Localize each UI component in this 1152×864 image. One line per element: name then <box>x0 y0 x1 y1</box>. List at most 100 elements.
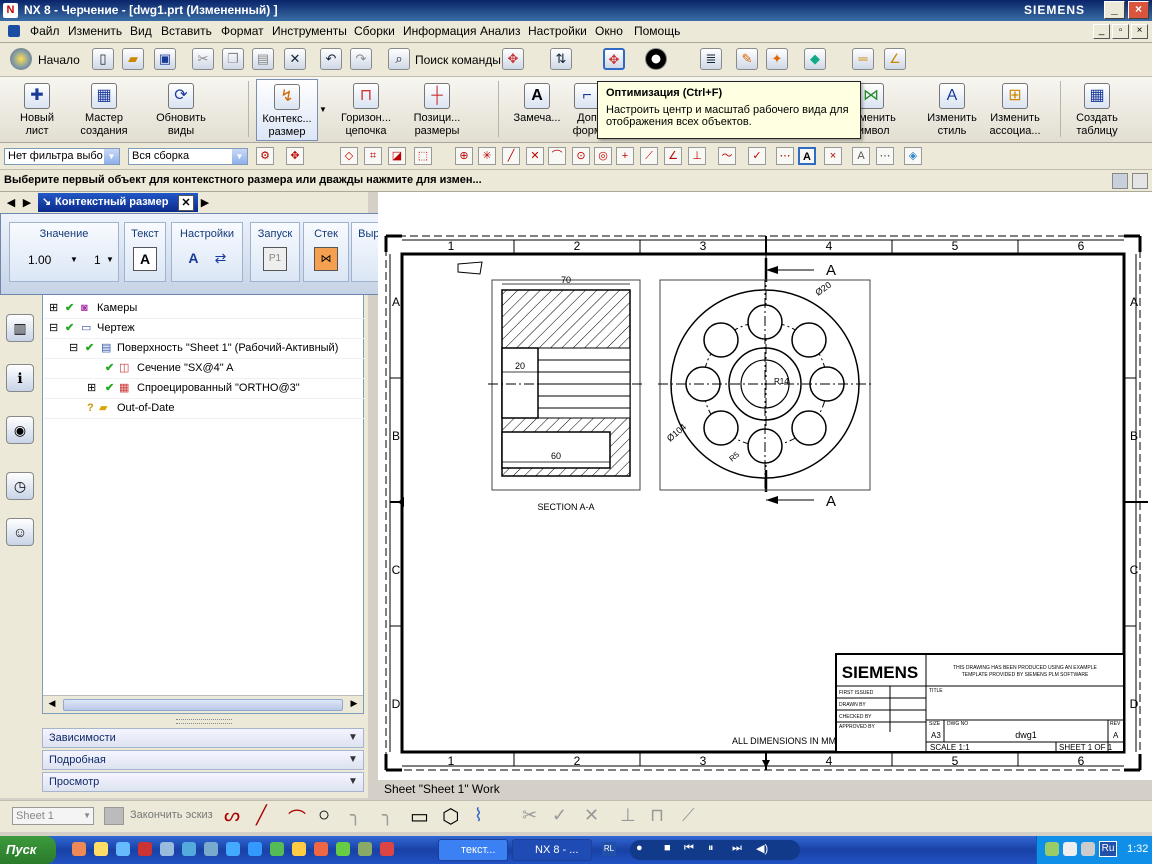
launch-icon[interactable]: P1 <box>263 247 287 271</box>
details-panel[interactable]: Подробная ▼ <box>42 750 364 770</box>
snap-intersect-icon[interactable]: ✕ <box>526 147 544 165</box>
preview-panel[interactable]: Просмотр ▼ <box>42 772 364 792</box>
start-icon[interactable] <box>10 48 32 70</box>
measure-angle-icon[interactable]: ∠ <box>884 48 906 70</box>
paint-icon[interactable]: ✎ <box>736 48 758 70</box>
select-rectangle-icon[interactable]: ⬚ <box>414 147 432 165</box>
finish-sketch-icon[interactable] <box>104 807 124 825</box>
tree-row-out-of-date[interactable]: ? ▰ Out-of-Date <box>43 399 365 419</box>
doc-restore-button[interactable]: ▫ <box>1112 24 1129 39</box>
chamfer-icon[interactable]: ╮ <box>382 805 393 826</box>
tree-row-sheet[interactable]: ⊟ ✔ ▤ Поверхность "Sheet 1" (Рабочий-Акт… <box>43 339 365 359</box>
expand-icon[interactable]: ⊞ <box>87 379 96 398</box>
menu-information[interactable]: Информация <box>403 24 476 38</box>
snap-center-icon[interactable]: ⊙ <box>572 147 590 165</box>
previous-icon[interactable]: ⏮ <box>684 842 694 855</box>
dependencies-panel[interactable]: Зависимости ▼ <box>42 728 364 748</box>
ordinate-dimension-button[interactable]: ┼ Позици... размеры <box>404 79 470 141</box>
rapid-dimension-button[interactable]: ↯ Контекс... размер <box>256 79 318 141</box>
edit-style-button[interactable]: A Изменить стиль <box>922 79 982 141</box>
analysis-icon[interactable]: ◆ <box>804 48 826 70</box>
quicklaunch-icon[interactable] <box>138 842 152 856</box>
text-format-icon[interactable]: ⋯ <box>876 147 894 165</box>
tray-icon[interactable] <box>1063 842 1077 856</box>
select-edge-icon[interactable]: ⌗ <box>364 147 382 165</box>
media-player-bar[interactable]: ● ■ ⏮ ⏸ ⏭ ◀) <box>630 840 800 860</box>
snap-midpoint-icon[interactable]: ✳ <box>478 147 496 165</box>
circle-icon[interactable]: ○ <box>318 804 330 827</box>
copy-icon[interactable]: ❐ <box>222 48 244 70</box>
text-editor-icon[interactable]: A <box>133 247 157 271</box>
part-navigator-icon[interactable]: ▥ <box>6 314 34 342</box>
reset-settings-icon[interactable]: ⇄ <box>209 247 233 271</box>
delete-icon[interactable]: ✕ <box>284 48 306 70</box>
text-select-icon[interactable]: A <box>798 147 816 165</box>
doc-minimize-button[interactable]: _ <box>1093 24 1110 39</box>
menu-edit[interactable]: Изменить <box>68 24 122 38</box>
menu-analysis[interactable]: Анализ <box>480 24 521 38</box>
graphics-window[interactable]: 12 34 56 12 34 56 AB CD AB CD A A 70 20 … <box>378 192 1152 780</box>
menu-file[interactable]: Файл <box>30 24 60 38</box>
save-icon[interactable]: ▣ <box>154 48 176 70</box>
quicklaunch-icon[interactable] <box>204 842 218 856</box>
minimize-button[interactable]: _ <box>1104 1 1125 19</box>
panel-prev-icon[interactable]: ◀ <box>4 196 18 210</box>
stack-icon[interactable]: ⋈ <box>314 247 338 271</box>
corner-icon[interactable]: ✕ <box>584 805 599 826</box>
quicklaunch-icon[interactable] <box>270 842 284 856</box>
rapid-dimension-dropdown-icon[interactable]: ▼ <box>319 105 327 114</box>
snap-line-icon[interactable]: ╱ <box>502 147 520 165</box>
snap-quadrant-icon[interactable]: ◎ <box>594 147 612 165</box>
language-bar-icon[interactable]: RL <box>602 842 616 856</box>
menu-tools[interactable]: Инструменты <box>272 24 347 38</box>
tray-icon[interactable] <box>1045 842 1059 856</box>
expand-icon[interactable]: ⊞ <box>49 299 58 318</box>
quicklaunch-icon[interactable] <box>336 842 350 856</box>
dimension-filter-icon[interactable]: × <box>824 147 842 165</box>
quicklaunch-icon[interactable] <box>160 842 174 856</box>
quicklaunch-icon[interactable] <box>182 842 196 856</box>
tree-row-cameras[interactable]: ⊞ ✔ ◙ Камеры <box>43 299 365 319</box>
tree-row-drawing[interactable]: ⊟ ✔ ▭ Чертеж <box>43 319 365 339</box>
stop-icon[interactable]: ■ <box>664 842 671 854</box>
select-face-icon[interactable]: ◪ <box>388 147 406 165</box>
quicklaunch-icon[interactable] <box>94 842 108 856</box>
snap-tangent-icon[interactable]: ⟋ <box>640 147 658 165</box>
start-menu-label[interactable]: Начало <box>38 53 80 67</box>
snap-annotation-icon[interactable]: ✓ <box>748 147 766 165</box>
quicklaunch-icon[interactable] <box>380 842 394 856</box>
menu-assemblies[interactable]: Сборки <box>354 24 395 38</box>
snap-endpoint-icon[interactable]: ⊕ <box>455 147 473 165</box>
fit-view-icon[interactable]: ✥ <box>603 48 625 70</box>
paste-icon[interactable]: ▤ <box>252 48 274 70</box>
quicklaunch-icon[interactable] <box>358 842 372 856</box>
line-icon[interactable]: ╱ <box>256 805 267 826</box>
scroll-right-icon[interactable]: ▶ <box>347 698 361 712</box>
selection-icon[interactable]: ⇅ <box>550 48 572 70</box>
sheet-select[interactable]: Sheet 1 ▼ <box>12 807 94 825</box>
start-button[interactable]: Пуск <box>0 836 56 864</box>
roles-icon[interactable]: ☺ <box>6 518 34 546</box>
horizontal-scrollbar[interactable]: ◀ ▶ <box>43 695 363 713</box>
quicklaunch-icon[interactable] <box>226 842 240 856</box>
quicklaunch-icon[interactable] <box>72 842 86 856</box>
quicklaunch-icon[interactable] <box>248 842 262 856</box>
view-wizard-button[interactable]: ▦ Мастер создания <box>72 79 136 141</box>
quicklaunch-icon[interactable] <box>314 842 328 856</box>
measure-distance-icon[interactable]: ═ <box>852 48 874 70</box>
reuse-library-icon[interactable]: ℹ <box>6 364 34 392</box>
polygon-icon[interactable]: ⬡ <box>442 804 459 829</box>
quicklaunch-icon[interactable] <box>292 842 306 856</box>
scroll-thumb[interactable] <box>63 699 343 711</box>
fillet-icon[interactable]: ╮ <box>350 805 361 826</box>
volume-icon[interactable]: ◀) <box>756 842 768 855</box>
render-style-icon[interactable] <box>645 48 667 70</box>
snap-point-icon[interactable]: ✥ <box>286 147 304 165</box>
snap-arc-icon[interactable]: ⌒ <box>548 147 566 165</box>
type-filter-select[interactable]: Нет фильтра выбо ▼ <box>4 148 120 165</box>
find-command-icon[interactable]: ⌕ <box>388 48 410 70</box>
panel-splitter[interactable] <box>176 719 232 724</box>
menu-insert[interactable]: Вставить <box>161 24 212 38</box>
tray-icon[interactable] <box>1081 842 1095 856</box>
create-table-button[interactable]: ▦ Создать таблицу <box>1066 79 1128 141</box>
